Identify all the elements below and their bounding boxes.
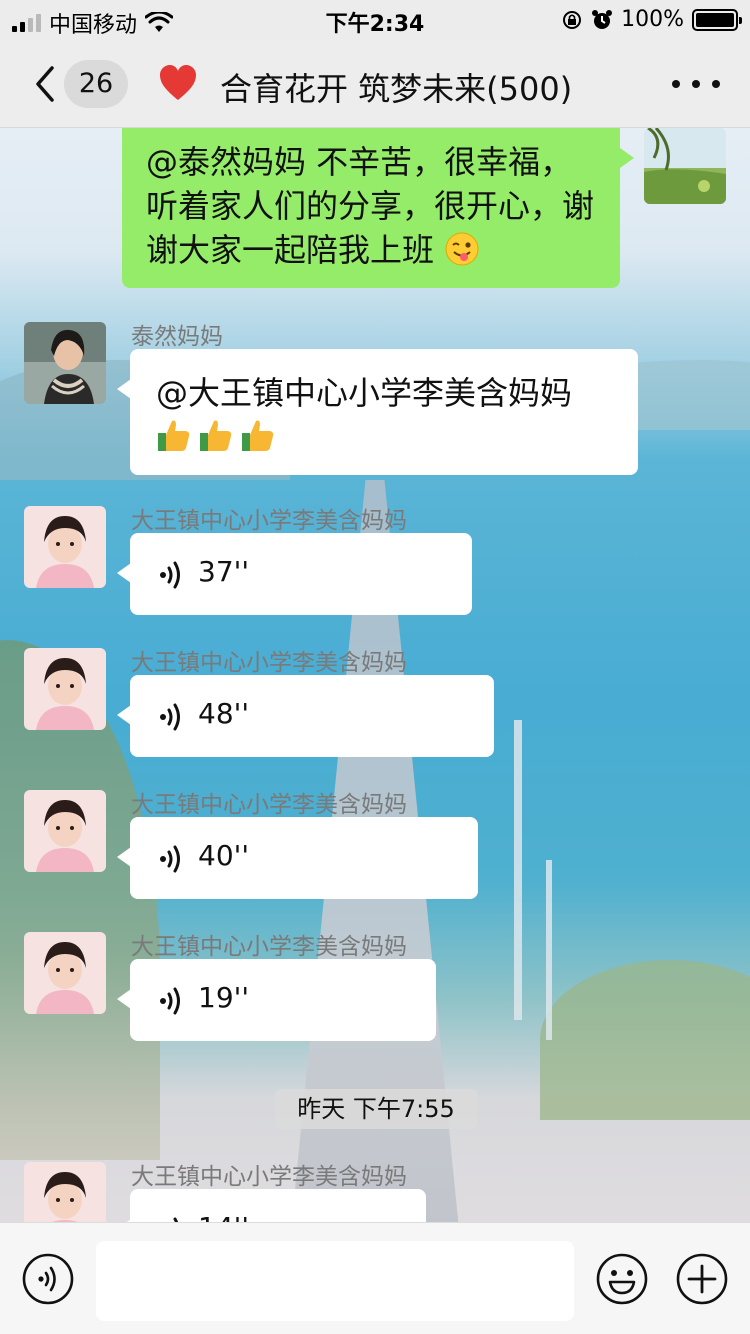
back-button[interactable] — [30, 62, 60, 106]
avatar[interactable] — [24, 790, 106, 872]
more-options-button[interactable] — [672, 70, 720, 98]
input-bar — [0, 1222, 750, 1334]
battery-icon — [692, 8, 742, 31]
voice-wave-icon — [160, 561, 180, 589]
sender-name: 大王镇中心小学李美含妈妈 — [131, 934, 407, 960]
voice-wave-icon — [160, 987, 180, 1015]
voice-message-bubble[interactable]: 19'' — [117, 959, 436, 1041]
voice-input-toggle-icon[interactable] — [22, 1253, 74, 1305]
voice-message-bubble[interactable]: 37'' — [117, 533, 472, 615]
voice-duration: 48'' — [198, 697, 250, 730]
sent-message-text: @泰然妈妈 不辛苦，很幸福，听着家人们的分享，很开心，谢谢大家一起陪我上班 — [146, 143, 595, 269]
thumbs-up-icon — [242, 420, 274, 451]
sent-message-bubble[interactable]: @泰然妈妈 不辛苦，很幸福，听着家人们的分享，很开心，谢谢大家一起陪我上班 — [122, 128, 634, 288]
my-avatar[interactable] — [644, 128, 726, 204]
voice-message-bubble[interactable]: 40'' — [117, 817, 478, 899]
voice-wave-icon — [160, 703, 180, 731]
emoji-icon[interactable] — [596, 1253, 648, 1305]
avatar[interactable] — [24, 506, 106, 588]
chat-header: 26 合育花开 筑梦未来(500) — [0, 40, 750, 128]
time-separator: 昨天 下午7:55 — [275, 1089, 477, 1129]
sender-name: 泰然妈妈 — [131, 324, 223, 350]
sender-name: 大王镇中心小学李美含妈妈 — [131, 508, 407, 534]
unread-count-badge[interactable]: 26 — [64, 60, 128, 108]
avatar[interactable] — [24, 322, 106, 404]
plus-icon[interactable] — [676, 1253, 728, 1305]
sender-name: 大王镇中心小学李美含妈妈 — [131, 650, 407, 676]
wink-tongue-icon — [445, 232, 479, 266]
rotation-lock-icon — [563, 10, 582, 29]
battery-label: 100% — [621, 7, 684, 32]
avatar[interactable] — [24, 648, 106, 730]
status-bar: 中国移动 下午2:34 100% — [0, 0, 750, 40]
heart-icon — [160, 65, 196, 100]
sender-name: 大王镇中心小学李美含妈妈 — [131, 792, 407, 818]
voice-duration: 37'' — [198, 555, 250, 588]
thumbs-up-icon — [200, 420, 232, 451]
text-message-bubble[interactable]: @大王镇中心小学李美含妈妈 — [117, 349, 638, 475]
avatar[interactable] — [24, 1162, 106, 1222]
voice-duration: 19'' — [198, 981, 250, 1014]
voice-message-bubble[interactable]: 48'' — [117, 675, 494, 757]
sender-name: 大王镇中心小学李美含妈妈 — [131, 1164, 407, 1190]
voice-message-bubble[interactable]: 14'' — [117, 1189, 426, 1222]
avatar[interactable] — [24, 932, 106, 1014]
thumbs-up-icon — [158, 420, 190, 451]
alarm-icon — [592, 9, 613, 29]
message-input[interactable] — [96, 1241, 574, 1321]
message-list[interactable]: @泰然妈妈 不辛苦，很幸福，听着家人们的分享，很开心，谢谢大家一起陪我上班 泰然… — [0, 128, 750, 1222]
voice-duration: 40'' — [198, 839, 250, 872]
chat-title: 合育花开 筑梦未来(500) — [220, 70, 573, 108]
voice-duration: 14'' — [198, 1211, 249, 1222]
message-text: @大王镇中心小学李美含妈妈 — [156, 374, 573, 412]
voice-wave-icon — [160, 845, 180, 873]
